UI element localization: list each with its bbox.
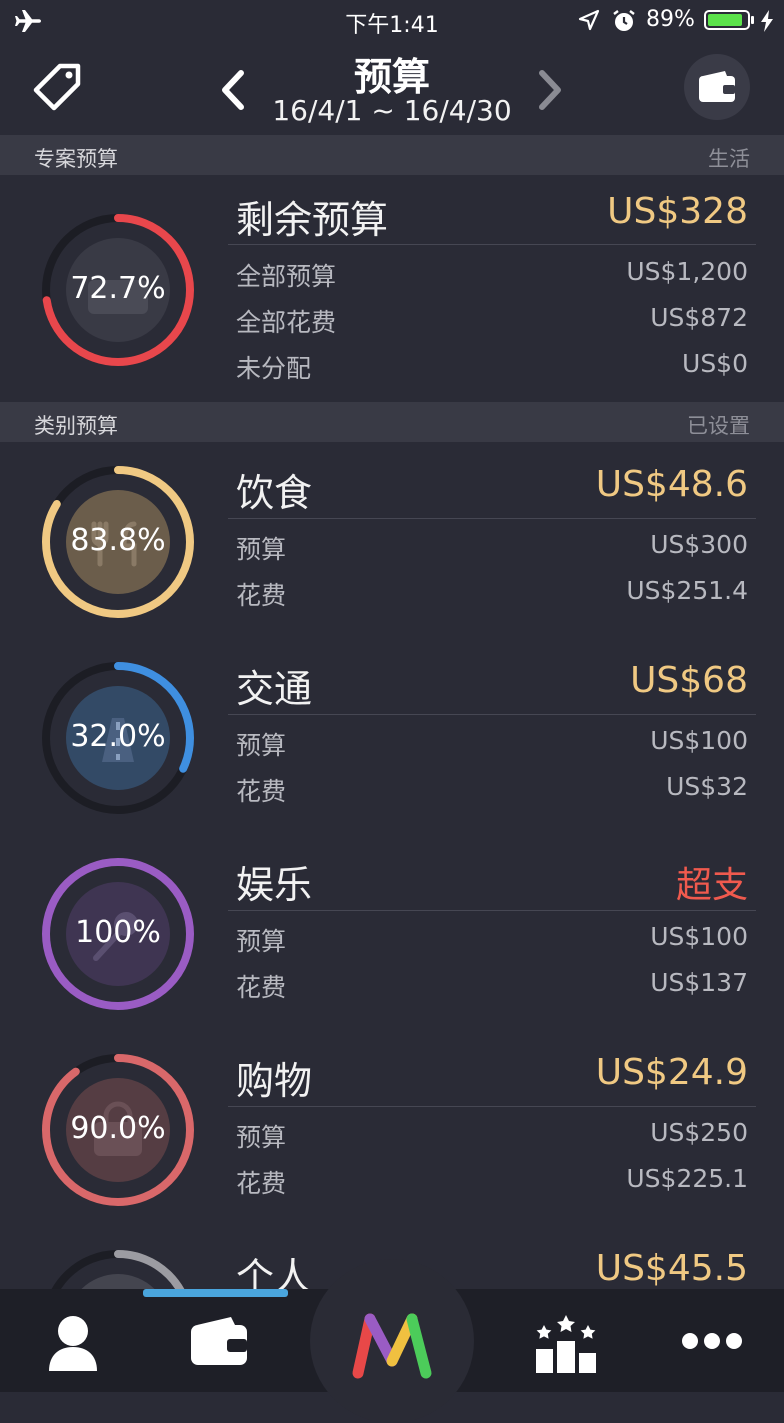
spent-value: US$32 xyxy=(666,772,748,801)
divider xyxy=(228,1106,756,1107)
user-icon xyxy=(49,1316,97,1371)
project-percent: 72.7% xyxy=(70,271,166,306)
category-item[interactable]: 100% 娱乐 超支预算 US$100 花费 US$137 xyxy=(0,834,784,1030)
spent-label: 花费 xyxy=(236,973,287,1002)
category-name: 交通 xyxy=(236,667,313,711)
category-name: 娱乐 xyxy=(236,863,313,907)
wallet-button[interactable] xyxy=(684,54,750,120)
budget-value: US$250 xyxy=(650,1118,748,1147)
project-budget-card[interactable]: 72.7% 剩余预算 US$328 全部预算 US$1,200 全部花费 US$… xyxy=(0,175,784,401)
spent-label: 花费 xyxy=(236,1169,287,1198)
category-name: 个人 xyxy=(236,1255,313,1289)
unallocated-value: US$0 xyxy=(682,349,748,378)
tab-ranking[interactable] xyxy=(494,1289,639,1392)
budget-value: US$300 xyxy=(650,530,748,559)
bolt-icon xyxy=(761,10,773,32)
date-range[interactable]: 16/4/1 ~ 16/4/30 xyxy=(0,94,784,127)
battery-tip xyxy=(751,16,754,24)
category-percent: 90.0% xyxy=(70,1111,166,1146)
tab-profile[interactable] xyxy=(0,1289,145,1392)
category-remaining: US$45.5 xyxy=(595,1248,748,1289)
unallocated-label: 未分配 xyxy=(236,354,312,383)
wallet-icon xyxy=(699,71,735,102)
category-item[interactable]: 90.0% 购物 US$24.9 预算 US$250 花费 US$225.1 xyxy=(0,1030,784,1226)
total-spent-label: 全部花费 xyxy=(236,308,337,337)
category-name: 购物 xyxy=(236,1059,313,1103)
tab-home[interactable] xyxy=(308,1259,476,1423)
total-spent-value: US$872 xyxy=(650,303,748,332)
category-list[interactable]: 83.8% 饮食 US$48.6 预算 US$300 花费 US$251.4 32.0% 交通 U… xyxy=(0,442,784,1289)
remaining-budget-label: 剩余预算 xyxy=(236,198,389,242)
location-arrow-icon xyxy=(578,9,600,31)
budget-label: 预算 xyxy=(236,535,287,564)
tab-wallet[interactable] xyxy=(145,1289,290,1392)
wallet-icon xyxy=(191,1317,247,1365)
total-budget-value: US$1,200 xyxy=(626,257,748,286)
spent-label: 花费 xyxy=(236,777,287,806)
spent-value: US$251.4 xyxy=(626,576,748,605)
category-budget-header: 类别预算 已设置 xyxy=(0,402,784,442)
category-remaining: 超支 xyxy=(675,865,748,906)
category-name: 饮食 xyxy=(236,471,313,515)
ring-center xyxy=(81,1274,155,1289)
page-title: 预算 xyxy=(353,55,430,99)
next-period-button[interactable] xyxy=(533,68,567,112)
tab-bar xyxy=(0,1259,784,1423)
category-percent: 83.8% xyxy=(70,523,166,558)
spent-value: US$225.1 xyxy=(626,1164,748,1193)
category-setup-status[interactable]: 已设置 xyxy=(687,410,750,440)
category-remaining: US$24.9 xyxy=(595,1052,748,1093)
category-remaining: US$48.6 xyxy=(595,464,748,505)
spent-label: 花费 xyxy=(236,581,287,610)
budget-value: US$100 xyxy=(650,922,748,951)
remaining-budget-amount: US$328 xyxy=(607,191,748,232)
project-name[interactable]: 生活 xyxy=(708,143,750,173)
status-bar: 下午1:41 89% xyxy=(0,0,784,44)
divider xyxy=(228,518,756,519)
spent-value: US$137 xyxy=(650,968,748,997)
project-budget-header: 专案预算 生活 xyxy=(0,135,784,175)
battery-level xyxy=(708,14,742,26)
divider xyxy=(228,244,756,245)
category-progress-ring xyxy=(42,1250,194,1289)
budget-label: 预算 xyxy=(236,1123,287,1152)
divider xyxy=(228,910,756,911)
battery-percent: 89% xyxy=(646,7,695,32)
m-logo-icon xyxy=(352,1313,432,1379)
budget-label: 预算 xyxy=(236,731,287,760)
more-dots-icon xyxy=(682,1333,742,1349)
category-remaining: US$68 xyxy=(630,660,748,701)
budget-label: 预算 xyxy=(236,927,287,956)
category-item[interactable]: 83.8% 饮食 US$48.6 预算 US$300 花费 US$251.4 xyxy=(0,442,784,638)
battery-icon xyxy=(704,10,750,30)
budget-value: US$100 xyxy=(650,726,748,755)
section-title: 类别预算 xyxy=(34,414,118,438)
podium-icon xyxy=(536,1315,596,1373)
alarm-clock-icon xyxy=(613,10,635,31)
tab-more[interactable] xyxy=(639,1289,784,1392)
category-percent: 32.0% xyxy=(70,719,166,754)
section-title: 专案预算 xyxy=(34,147,118,171)
divider xyxy=(228,714,756,715)
category-item[interactable]: 32.0% 交通 US$68 预算 US$100 花费 US$32 xyxy=(0,638,784,834)
category-percent: 100% xyxy=(75,915,161,950)
total-budget-label: 全部预算 xyxy=(236,262,337,291)
nav-bar: 预算 16/4/1 ~ 16/4/30 xyxy=(0,44,784,134)
